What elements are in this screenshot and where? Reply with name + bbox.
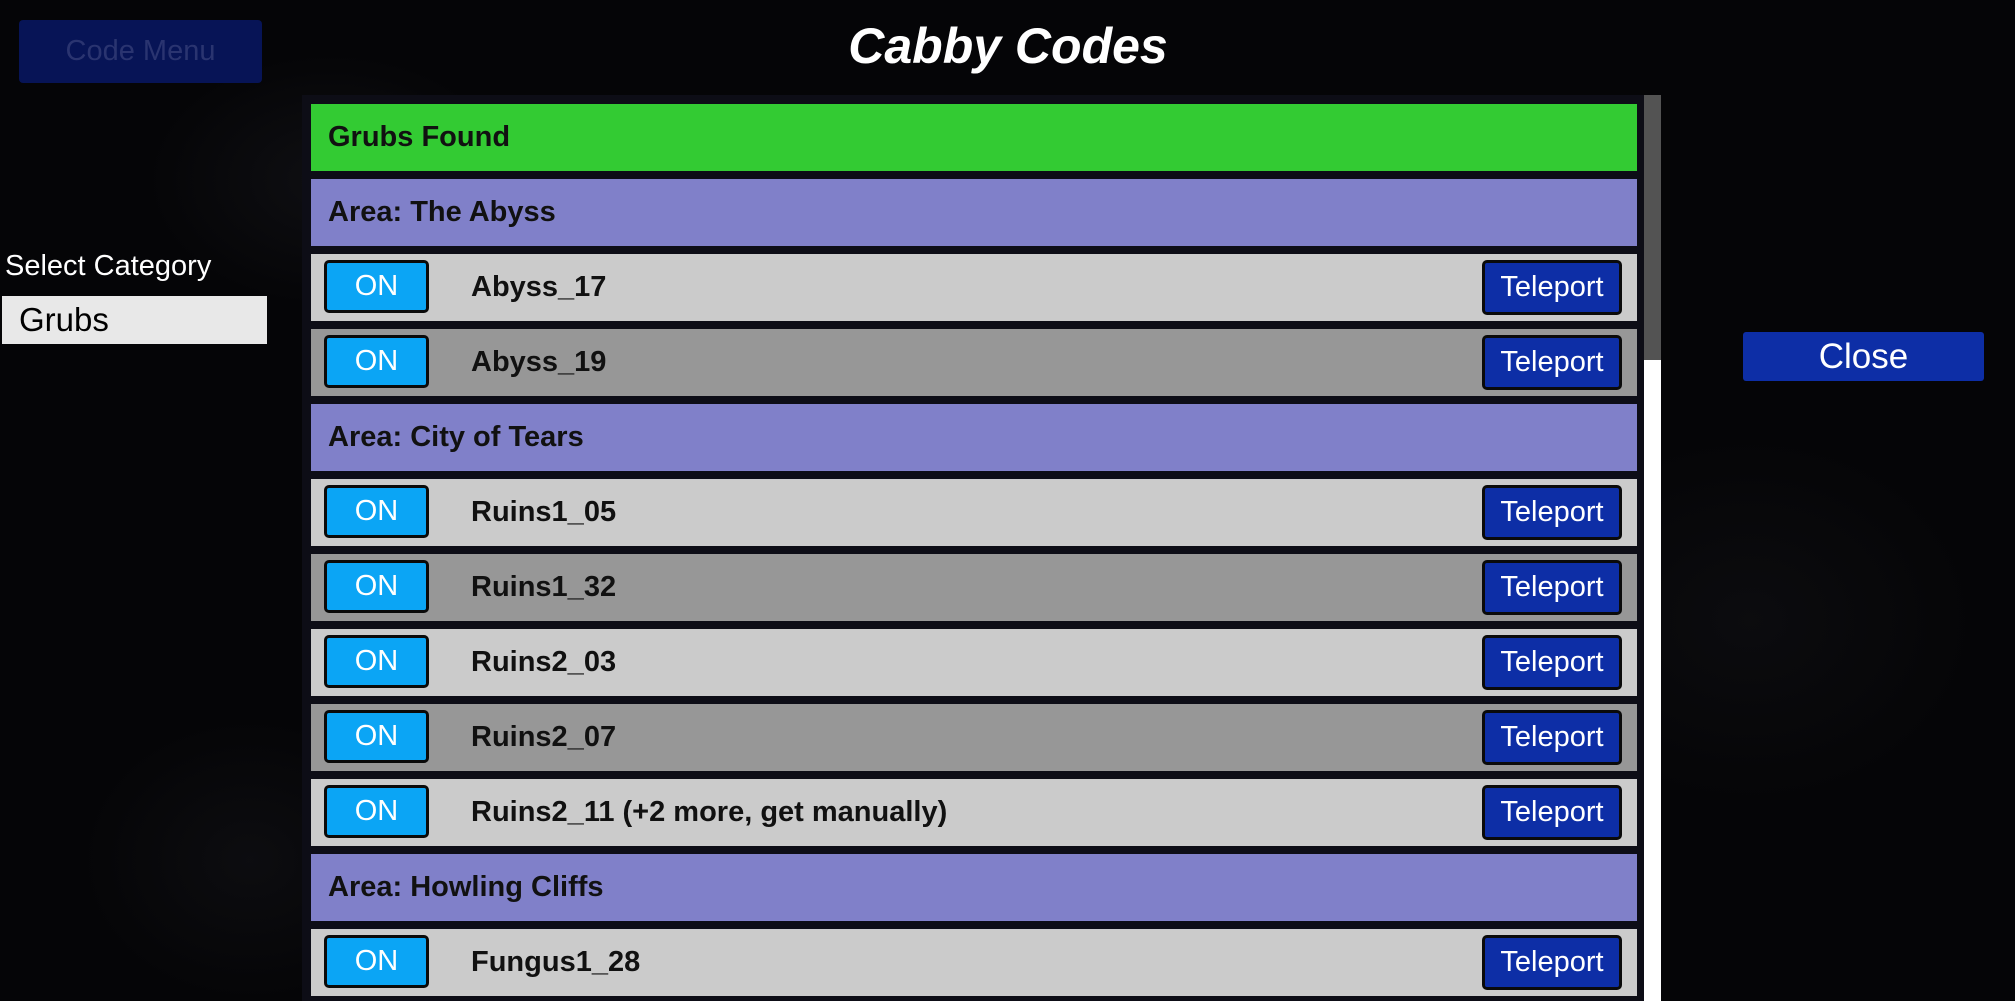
close-button[interactable]: Close <box>1743 332 1984 381</box>
teleport-button[interactable]: Teleport <box>1482 635 1622 690</box>
toggle-on-button[interactable]: ON <box>324 635 429 688</box>
list-item: ON Ruins2_07 Teleport <box>311 704 1637 771</box>
list-item: ON Fungus1_28 Teleport <box>311 929 1637 996</box>
item-name: Ruins2_11 (+2 more, get manually) <box>471 796 948 828</box>
list-item: ON Ruins1_32 Teleport <box>311 554 1637 621</box>
item-name: Ruins2_03 <box>471 646 617 678</box>
item-name: Ruins1_32 <box>471 571 617 603</box>
list-item: ON Ruins2_11 (+2 more, get manually) Tel… <box>311 779 1637 846</box>
area-label: Area: City of Tears <box>328 421 584 453</box>
teleport-button[interactable]: Teleport <box>1482 260 1622 315</box>
teleport-button[interactable]: Teleport <box>1482 935 1622 990</box>
category-select[interactable]: Grubs <box>2 296 267 344</box>
codes-list-panel: Grubs Found Area: The Abyss ON Abyss_17 … <box>302 95 1661 1001</box>
teleport-button[interactable]: Teleport <box>1482 560 1622 615</box>
item-name: Fungus1_28 <box>471 946 641 978</box>
item-name: Abyss_19 <box>471 346 607 378</box>
toggle-on-button[interactable]: ON <box>324 785 429 838</box>
toggle-on-button[interactable]: ON <box>324 935 429 988</box>
select-category-label: Select Category <box>5 250 212 282</box>
teleport-button[interactable]: Teleport <box>1482 710 1622 765</box>
area-header: Area: The Abyss <box>311 179 1637 246</box>
list-item: ON Ruins1_05 Teleport <box>311 479 1637 546</box>
scrollbar-thumb[interactable] <box>1644 95 1661 360</box>
codes-list: Grubs Found Area: The Abyss ON Abyss_17 … <box>311 104 1637 1001</box>
teleport-button[interactable]: Teleport <box>1482 785 1622 840</box>
scrollbar[interactable] <box>1644 95 1661 1001</box>
area-label: Area: The Abyss <box>328 196 556 228</box>
area-label: Area: Howling Cliffs <box>328 871 604 903</box>
toggle-on-button[interactable]: ON <box>324 335 429 388</box>
item-name: Abyss_17 <box>471 271 607 303</box>
list-item: ON Ruins2_03 Teleport <box>311 629 1637 696</box>
list-item: ON Abyss_17 Teleport <box>311 254 1637 321</box>
code-menu-button[interactable]: Code Menu <box>19 20 262 83</box>
teleport-button[interactable]: Teleport <box>1482 485 1622 540</box>
toggle-on-button[interactable]: ON <box>324 710 429 763</box>
list-item: ON Abyss_19 Teleport <box>311 329 1637 396</box>
app-title: Cabby Codes <box>848 18 1168 74</box>
list-header: Grubs Found <box>311 104 1637 171</box>
toggle-on-button[interactable]: ON <box>324 560 429 613</box>
teleport-button[interactable]: Teleport <box>1482 335 1622 390</box>
toggle-on-button[interactable]: ON <box>324 485 429 538</box>
area-header: Area: City of Tears <box>311 404 1637 471</box>
toggle-on-button[interactable]: ON <box>324 260 429 313</box>
item-name: Ruins2_07 <box>471 721 617 753</box>
item-name: Ruins1_05 <box>471 496 617 528</box>
area-header: Area: Howling Cliffs <box>311 854 1637 921</box>
list-header-label: Grubs Found <box>328 121 511 153</box>
